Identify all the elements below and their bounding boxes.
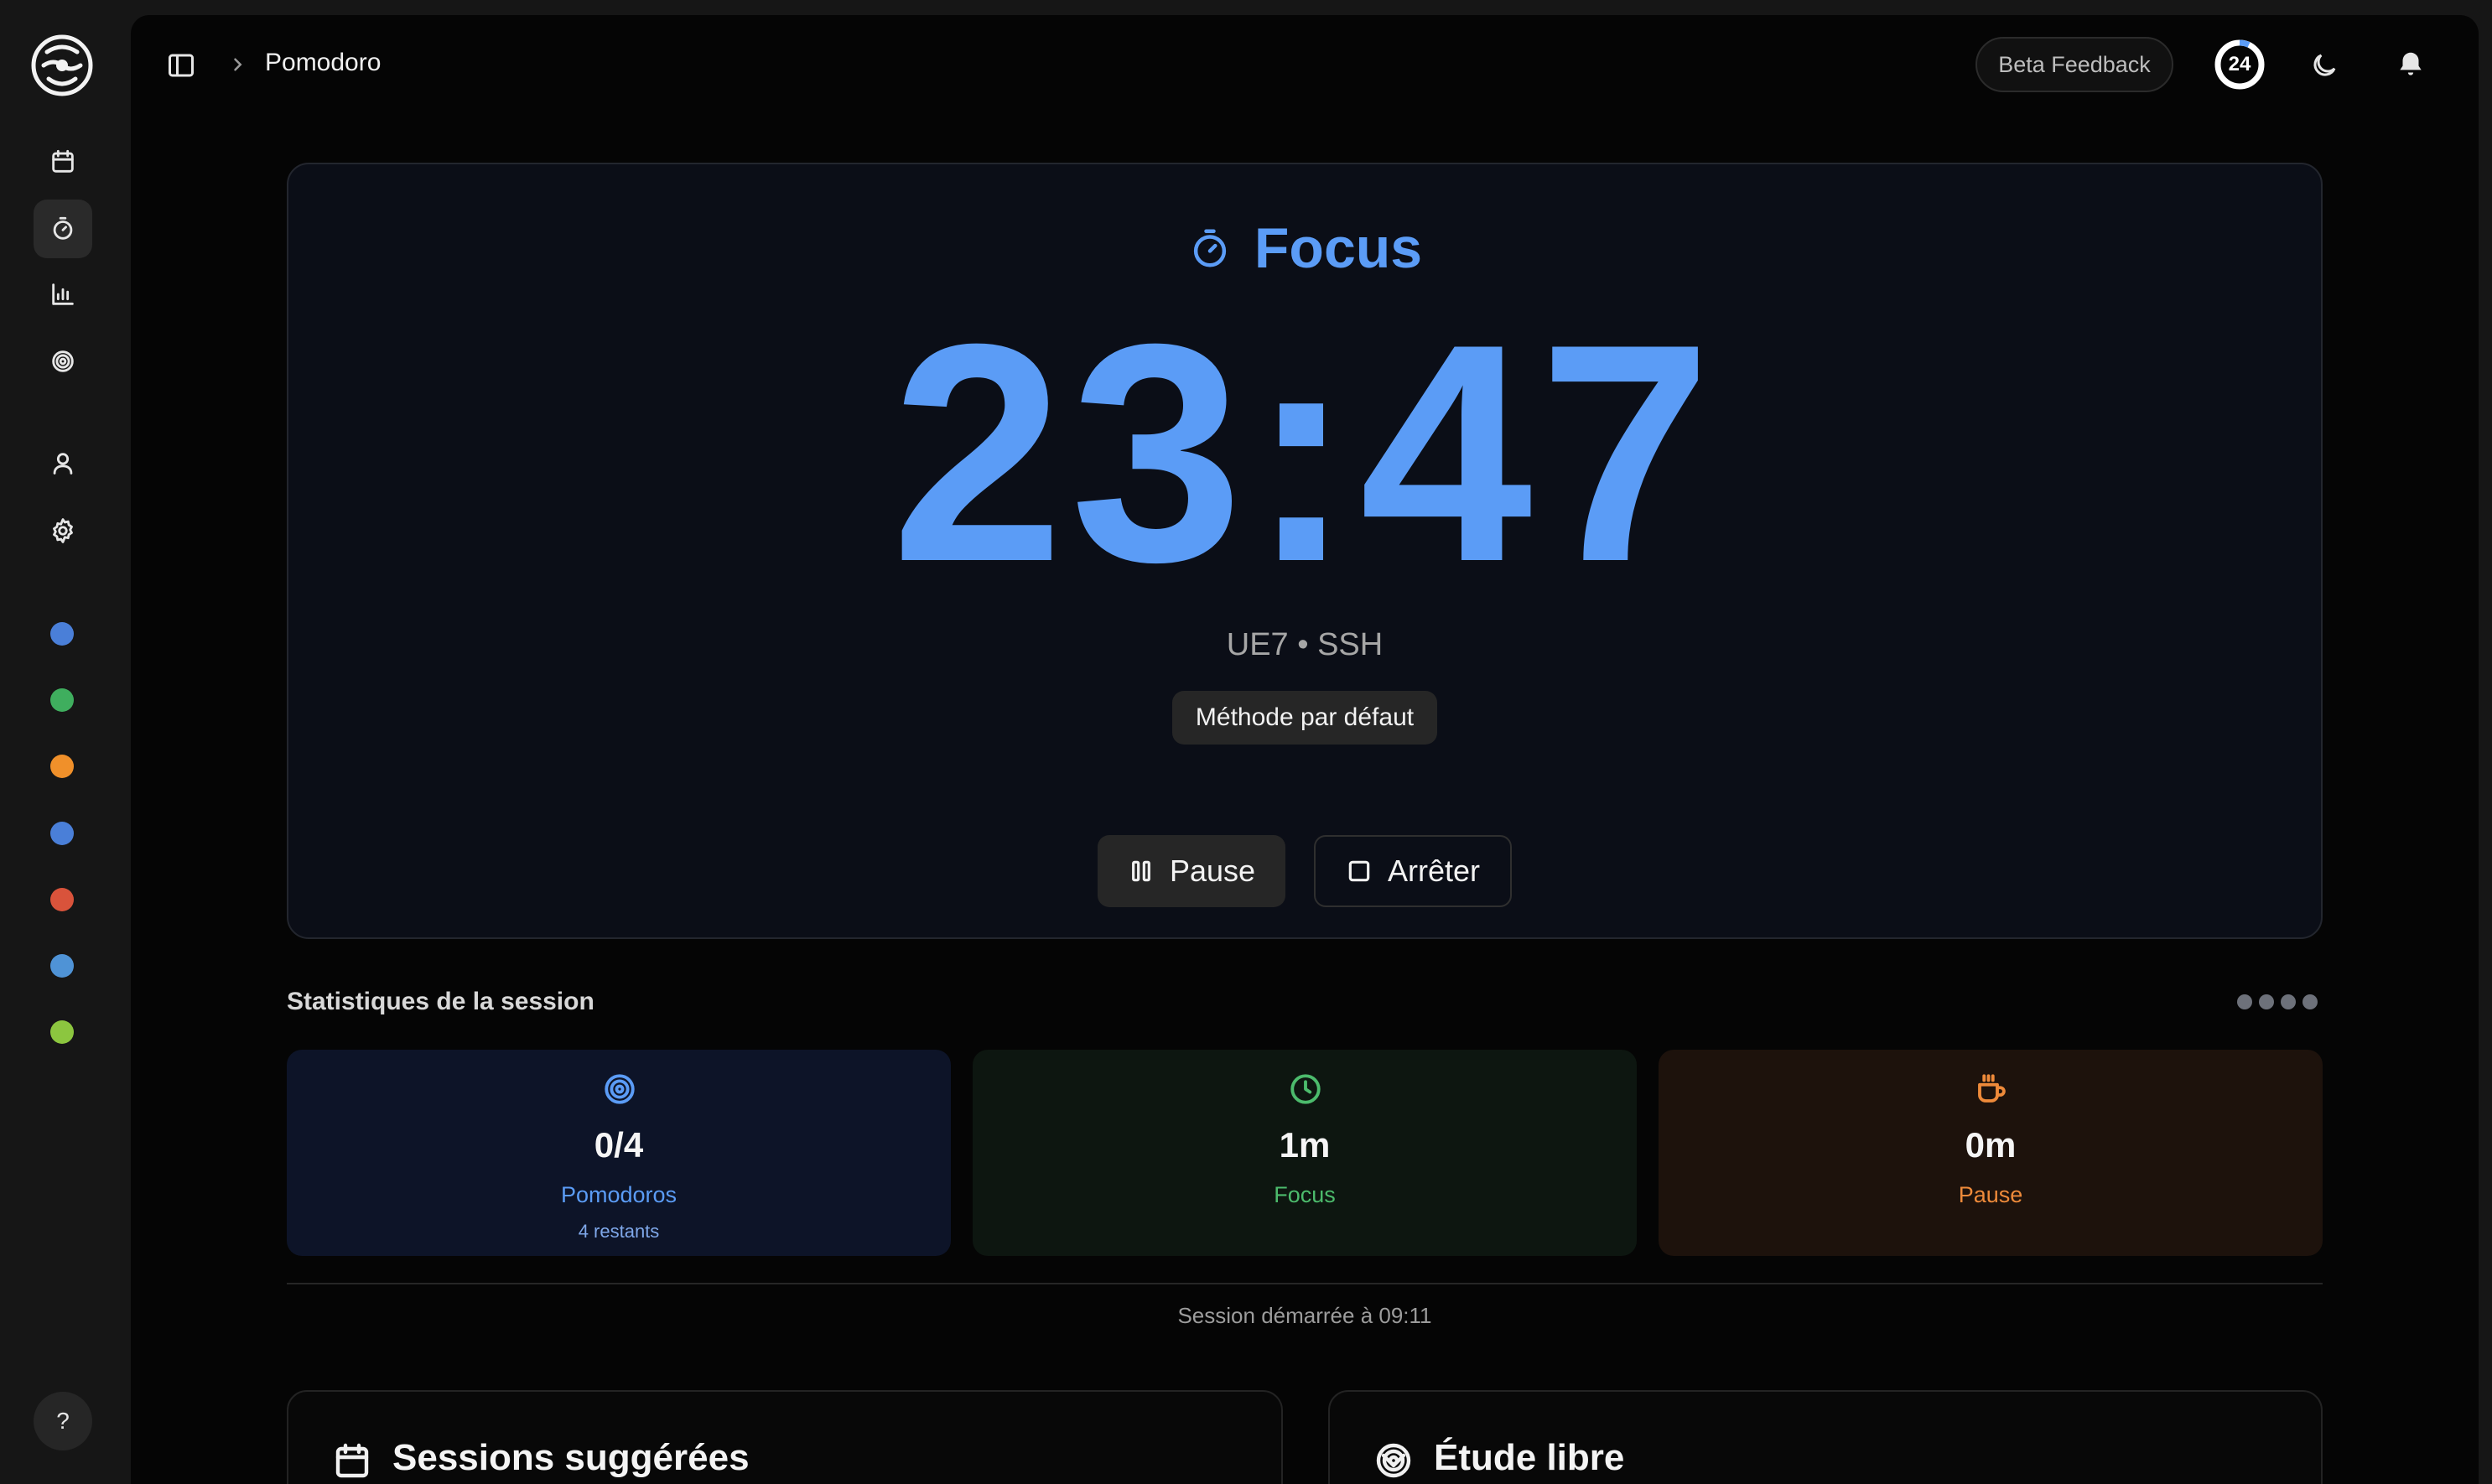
timer-icon: [53, 216, 73, 240]
suggested-sessions-title: Sessions suggérées: [392, 1437, 750, 1478]
gear-icon: [53, 518, 73, 543]
nav-goals[interactable]: [34, 332, 92, 391]
nav-settings[interactable]: [34, 501, 92, 560]
stopwatch-icon: [1193, 229, 1226, 267]
stop-icon: [1348, 860, 1370, 882]
app-logo-icon[interactable]: [30, 34, 94, 97]
stat-card-focus: 1m Focus: [973, 1050, 1637, 1256]
subject-dot-4[interactable]: [50, 822, 74, 845]
sidebar-toggle-icon[interactable]: [166, 50, 196, 80]
pomodoros-label: Pomodoros: [560, 1182, 678, 1207]
pause-time-label: Pause: [1958, 1182, 2023, 1207]
pause-icon: [1132, 860, 1150, 882]
subject-dot-2[interactable]: [50, 688, 74, 712]
divider: [287, 1283, 2323, 1284]
help-button[interactable]: ?: [34, 1392, 92, 1450]
main-panel: Pomodoro Beta Feedback 24 Focus 23:47 UE…: [131, 15, 2479, 1484]
streak-count: 24: [2228, 53, 2251, 75]
chevron-down-icon[interactable]: [1373, 1440, 1414, 1481]
target-icon: [52, 350, 74, 372]
timer-controls: Pause Arrêter: [288, 835, 2321, 907]
pause-value: 0m: [1965, 1125, 2017, 1165]
user-icon: [53, 453, 73, 475]
method-row: Méthode par défaut: [288, 691, 2321, 745]
moon-icon[interactable]: [2309, 50, 2339, 80]
bell-icon[interactable]: [2395, 49, 2427, 80]
breadcrumb: Pomodoro: [265, 49, 382, 76]
nav-profile[interactable]: [34, 434, 92, 493]
timer-mode-label: Focus: [1254, 216, 1423, 280]
focus-value: 1m: [1279, 1125, 1331, 1165]
subject-dot-1[interactable]: [50, 622, 74, 646]
nav-pomodoro[interactable]: [34, 200, 92, 258]
suggested-sessions-card[interactable]: Sessions suggérées: [287, 1390, 1283, 1484]
focus-label: Focus: [1274, 1182, 1336, 1207]
stats-title: Statistiques de la session: [287, 988, 594, 1015]
chevron-right-icon: [234, 58, 242, 71]
nav-statistics[interactable]: [34, 265, 92, 324]
stat-card-pause: 0m Pause: [1659, 1050, 2323, 1256]
subject-dot-7[interactable]: [50, 1020, 74, 1044]
stats-pager[interactable]: [2237, 994, 2318, 1009]
current-subject: UE7 • SSH: [1226, 627, 1384, 662]
pause-button[interactable]: Pause: [1097, 835, 1286, 907]
nav-calendar[interactable]: [34, 132, 92, 191]
target-icon: [605, 1074, 635, 1104]
chart-icon: [52, 283, 74, 305]
pomodoros-remaining: 4 restants: [578, 1221, 660, 1242]
session-started-text: Session démarrée à 09:11: [1177, 1303, 1432, 1328]
pager-dot[interactable]: [2259, 994, 2274, 1009]
pause-label: Pause: [1169, 854, 1256, 888]
clock-icon: [1290, 1074, 1321, 1104]
subject-dot-3[interactable]: [50, 755, 74, 778]
calendar-icon: [52, 149, 74, 173]
focus-header: Focus: [288, 215, 2321, 282]
coffee-icon: [1978, 1074, 2006, 1103]
stop-label: Arrêter: [1388, 854, 1481, 888]
subject-dot-6[interactable]: [50, 954, 74, 978]
stat-card-pomodoros: 0/4 Pomodoros 4 restants: [287, 1050, 951, 1256]
calendar-icon: [335, 1443, 369, 1478]
subject-dot-5[interactable]: [50, 888, 74, 911]
pager-dot[interactable]: [2281, 994, 2296, 1009]
method-badge[interactable]: Méthode par défaut: [1171, 691, 1438, 745]
pager-dot[interactable]: [2303, 994, 2318, 1009]
free-study-card[interactable]: Étude libre: [1328, 1390, 2323, 1484]
left-rail: ?: [0, 0, 131, 1484]
pomodoros-value: 0/4: [594, 1125, 644, 1165]
free-study-title: Étude libre: [1434, 1437, 1625, 1478]
top-bar: Pomodoro Beta Feedback 24: [131, 15, 2479, 116]
focus-timer-card: Focus 23:47 UE7 • SSH Méthode par défaut…: [287, 163, 2323, 939]
beta-feedback-button[interactable]: Beta Feedback: [1975, 37, 2173, 92]
stop-button[interactable]: Arrêter: [1314, 835, 1513, 907]
timer-display: 23:47: [890, 280, 1719, 626]
pager-dot[interactable]: [2237, 994, 2252, 1009]
